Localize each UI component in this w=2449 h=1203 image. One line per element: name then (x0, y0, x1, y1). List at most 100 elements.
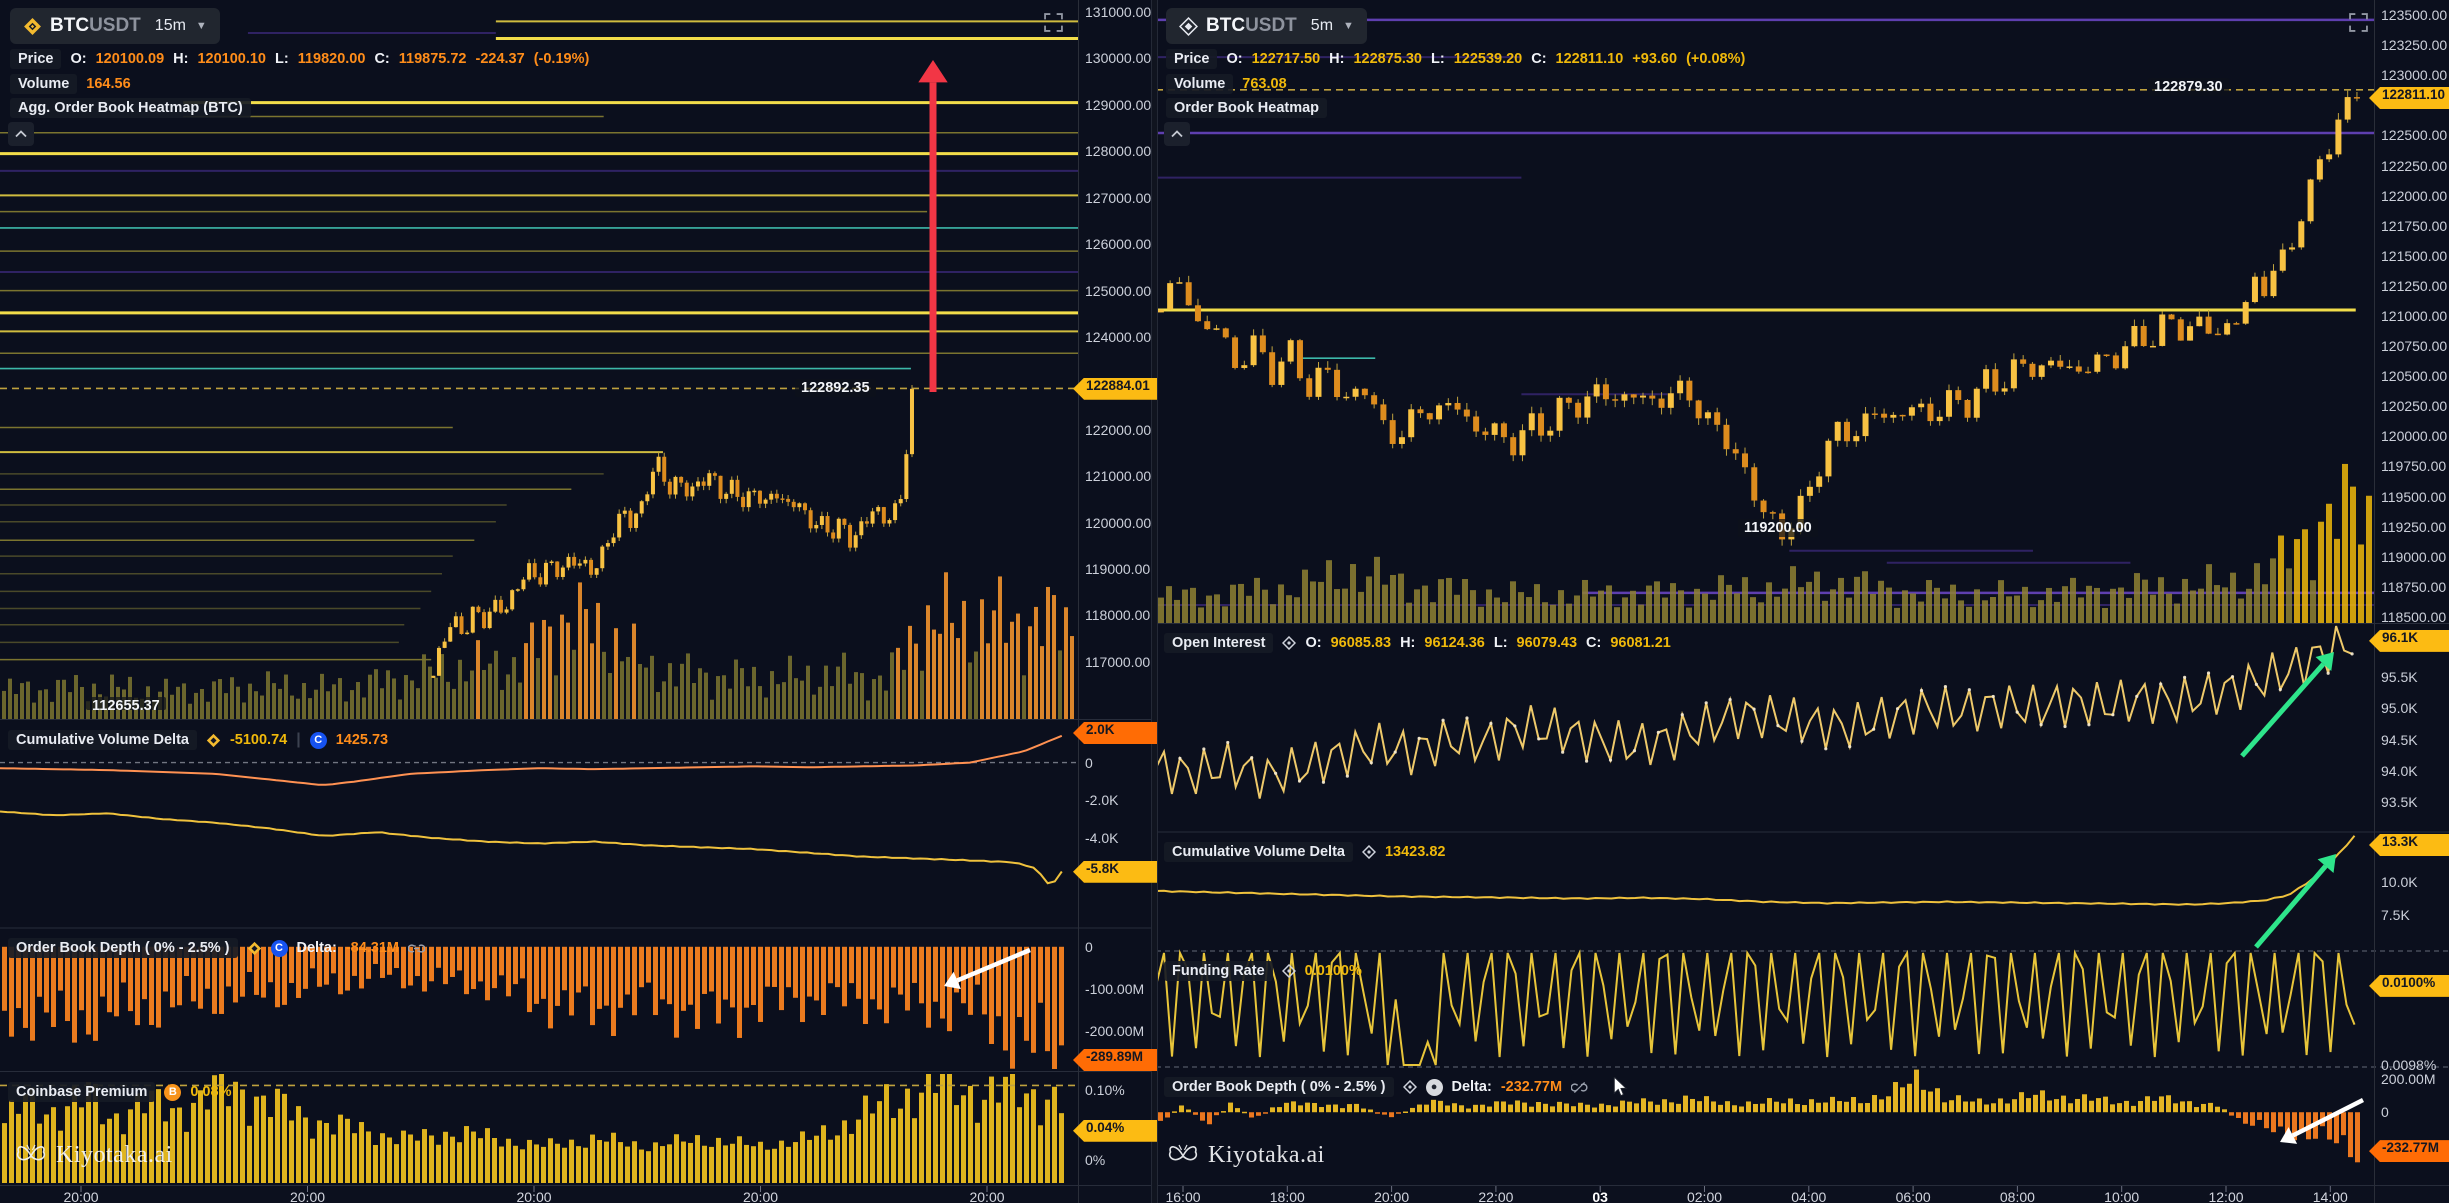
price-label: Price (1166, 49, 1217, 69)
link-icon[interactable] (408, 942, 425, 955)
low-value: 96079.43 (1517, 635, 1577, 651)
low-key: L: (1431, 51, 1445, 67)
volume-value: 164.56 (86, 76, 130, 92)
change-percent: (+0.08%) (1686, 51, 1745, 67)
premium-label: Coinbase Premium (8, 1082, 155, 1102)
cvd-label: Cumulative Volume Delta (1164, 842, 1353, 862)
exchange-icon: ● (1426, 1079, 1443, 1096)
coinbase-icon: C (271, 940, 288, 957)
binance-icon (23, 17, 42, 36)
right-obd-header: Order Book Depth ( 0% - 2.5% ) ● Delta: … (1164, 1076, 1628, 1098)
oi-label: Open Interest (1164, 633, 1273, 653)
open-key: O: (1226, 51, 1242, 67)
right-collapse-button[interactable] (1164, 122, 1190, 146)
heatmap-overlay-label: Order Book Heatmap (1166, 98, 1327, 118)
binance-icon (1179, 17, 1198, 36)
change-value: +93.60 (1632, 51, 1677, 67)
chevron-down-icon: ▼ (196, 20, 207, 32)
butterfly-logo-icon (1166, 1140, 1200, 1170)
right-oi-header: Open Interest O:96085.83 H:96124.36 L:96… (1164, 632, 1671, 654)
exchange-diamond-icon (1282, 636, 1296, 650)
volume-label: Volume (10, 74, 77, 94)
volume-value: 763.08 (1242, 76, 1286, 92)
premium-value: 0.08% (190, 1084, 231, 1100)
open-value: 120100.09 (96, 51, 165, 67)
right-axis-divider (2374, 0, 2375, 1203)
change-value: -224.37 (476, 51, 525, 67)
right-symbol-selector[interactable]: BTCUSDT 5m ▼ (1166, 8, 1367, 44)
right-price-row: Price O:122717.50 H:122875.30 L:122539.2… (1166, 48, 1745, 70)
heatmap-overlay-label: Agg. Order Book Heatmap (BTC) (10, 98, 251, 118)
watermark-text: Kiyotaka.ai (56, 1142, 173, 1169)
exchange-diamond-icon (1403, 1080, 1417, 1094)
symbol-quote: USDT (89, 15, 141, 36)
cvd-coinbase-value: 1425.73 (336, 732, 388, 748)
panel-divider[interactable] (1151, 0, 1158, 1203)
left-premium-header: Coinbase Premium B 0.08% (8, 1081, 231, 1103)
symbol-quote: USDT (1245, 15, 1297, 36)
close-key: C: (1586, 635, 1601, 651)
volume-label: Volume (1166, 74, 1233, 94)
close-key: C: (374, 51, 389, 67)
change-percent: (-0.19%) (534, 51, 590, 67)
exchange-diamond-icon (1282, 964, 1296, 978)
delta-value: -84.31M (346, 940, 399, 956)
trading-dashboard: BTCUSDT 15m ▼ Price O:120100.09 H:120100… (0, 0, 2449, 1203)
symbol-base: BTC (1206, 15, 1245, 36)
cvd-binance-value: -5100.74 (230, 732, 287, 748)
left-cvd-header: Cumulative Volume Delta -5100.74 | C 142… (8, 729, 388, 751)
cvd-label: Cumulative Volume Delta (8, 730, 197, 750)
close-value: 119875.72 (399, 51, 467, 67)
charts-canvas[interactable] (0, 0, 2449, 1203)
obd-label: Order Book Depth ( 0% - 2.5% ) (8, 938, 238, 958)
symbol-base: BTC (50, 15, 89, 36)
open-value: 122717.50 (1252, 51, 1321, 67)
left-expand-button[interactable] (1040, 10, 1066, 34)
low-value: 122539.20 (1454, 51, 1523, 67)
open-value: 96085.83 (1331, 635, 1391, 651)
high-value: 120100.10 (197, 51, 266, 67)
cvd-value: 13423.82 (1385, 844, 1445, 860)
left-obd-header: Order Book Depth ( 0% - 2.5% ) C Delta: … (8, 937, 425, 959)
butterfly-logo-icon (14, 1140, 48, 1170)
kiyotaka-watermark: Kiyotaka.ai (1166, 1140, 1325, 1170)
timeframe-label: 5m (1311, 17, 1333, 35)
mouse-cursor-icon (1613, 1077, 1628, 1097)
value-separator: | (296, 731, 300, 749)
left-symbol-selector[interactable]: BTCUSDT 15m ▼ (10, 8, 220, 44)
high-key: H: (1400, 635, 1415, 651)
right-volume-row: Volume 763.08 (1166, 73, 1287, 95)
binance-icon (206, 733, 221, 748)
high-value: 122875.30 (1353, 51, 1422, 67)
left-collapse-button[interactable] (8, 122, 34, 146)
left-price-row: Price O: 120100.09 H: 120100.10 L: 119820.0… (10, 48, 589, 70)
kiyotaka-watermark: Kiyotaka.ai (14, 1140, 173, 1170)
obd-label: Order Book Depth ( 0% - 2.5% ) (1164, 1077, 1394, 1097)
left-axis-divider (1078, 0, 1079, 1203)
left-overlay-row: Agg. Order Book Heatmap (BTC) (10, 97, 251, 119)
low-key: L: (275, 51, 289, 67)
close-value: 122811.10 (1556, 51, 1624, 67)
close-key: C: (1531, 51, 1546, 67)
right-overlay-row: Order Book Heatmap (1166, 97, 1327, 119)
high-value: 96124.36 (1424, 635, 1484, 651)
close-value: 96081.21 (1610, 635, 1670, 651)
chevron-up-icon (1171, 130, 1183, 138)
right-funding-header: Funding Rate 0.0100% (1164, 960, 1362, 982)
delta-key: Delta: (297, 940, 337, 956)
chevron-down-icon: ▼ (1343, 20, 1354, 32)
low-value: 119820.00 (298, 51, 366, 67)
coinbase-icon: C (310, 732, 327, 749)
open-key: O: (1305, 635, 1321, 651)
right-expand-button[interactable] (2345, 10, 2371, 34)
left-volume-row: Volume 164.56 (10, 73, 131, 95)
open-key: O: (70, 51, 86, 67)
funding-value: 0.0100% (1305, 963, 1362, 979)
right-cvd-header: Cumulative Volume Delta 13423.82 (1164, 841, 1445, 863)
unlink-icon[interactable] (1571, 1081, 1588, 1094)
watermark-text: Kiyotaka.ai (1208, 1142, 1325, 1169)
fullscreen-icon (1044, 13, 1063, 32)
timeframe-label: 15m (155, 17, 186, 35)
high-key: H: (173, 51, 188, 67)
price-label: Price (10, 49, 61, 69)
